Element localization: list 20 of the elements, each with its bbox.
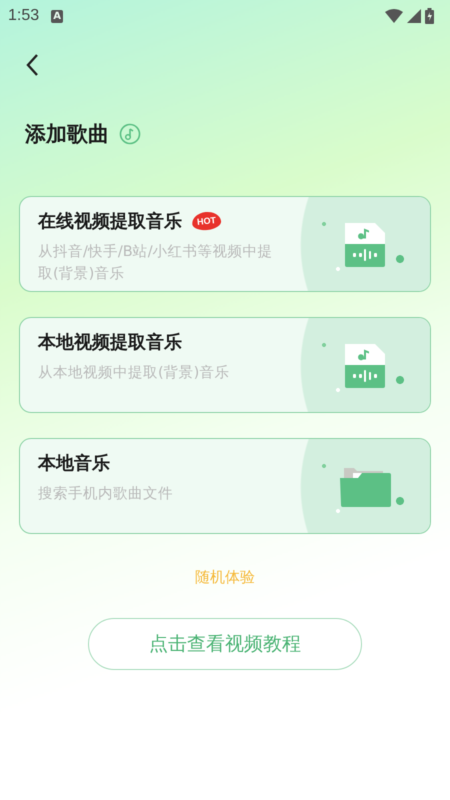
- option-card[interactable]: 本地视频提取音乐 从本地视频中提取(背景)音乐: [19, 317, 431, 413]
- status-time: 1:53: [8, 7, 40, 25]
- keyboard-indicator: A: [51, 10, 64, 22]
- back-icon: [25, 53, 39, 77]
- signal-icon: [407, 9, 421, 23]
- option-title: 本地视频提取音乐: [38, 331, 182, 354]
- wifi-icon: [385, 9, 403, 23]
- hot-badge: HOT: [191, 210, 222, 232]
- page-title: 添加歌曲: [25, 121, 109, 148]
- option-title: 在线视频提取音乐: [38, 210, 182, 233]
- option-description: 从抖音/快手/B站/小红书等视频中提取(背景)音乐: [38, 242, 274, 284]
- music-file-icon: [343, 342, 387, 388]
- option-description: 从本地视频中提取(背景)音乐: [38, 364, 230, 383]
- option-card[interactable]: 在线视频提取音乐 HOT 从抖音/快手/B站/小红书等视频中提取(背景)音乐: [19, 196, 431, 292]
- music-note-icon: [119, 123, 141, 145]
- music-file-icon: [343, 221, 387, 267]
- option-description: 搜索手机内歌曲文件: [38, 484, 174, 504]
- battery-icon: [425, 8, 434, 24]
- option-title: 本地音乐: [38, 452, 110, 475]
- option-card[interactable]: 本地音乐 搜索手机内歌曲文件: [19, 438, 431, 534]
